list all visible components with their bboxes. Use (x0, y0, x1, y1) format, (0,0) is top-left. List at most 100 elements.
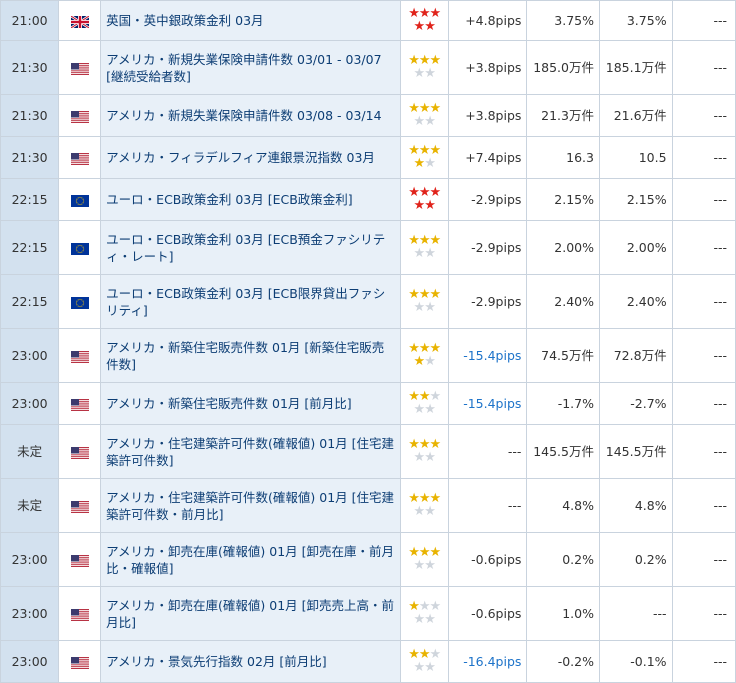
result-value: --- (671, 94, 736, 137)
event-name-cell: ユーロ・ECB政策金利 03月 [ECB預金ファシリティ・レート] (100, 220, 401, 275)
pips-value: -15.4pips (447, 382, 528, 425)
importance-stars: ★★★ ★★ (399, 274, 449, 329)
forecast-value: -0.2% (526, 640, 600, 683)
economic-calendar-table: 21:00 英国・英中銀政策金利 03月 ★★★ ★★ +4.8pips 3.75% 3.7… (0, 0, 736, 683)
star-icon-row-bottom: ★★ (413, 449, 436, 465)
table-row: 22:15 ユーロ・ECB政策金利 03月 [ECB預金ファシリティ・レート] ★★… (0, 220, 736, 275)
uk-flag-icon (58, 0, 102, 41)
result-value: --- (671, 640, 736, 683)
result-value: --- (671, 532, 736, 587)
event-name-link[interactable]: アメリカ・住宅建築許可件数(確報値) 01月 [住宅建築許可件数・前月比] (106, 490, 394, 522)
pips-value: +3.8pips (447, 94, 528, 137)
star-icon-row-bottom: ★★ (413, 299, 436, 315)
us-flag-icon (58, 382, 102, 425)
previous-value: 185.1万件 (599, 40, 673, 95)
event-name-cell: ユーロ・ECB政策金利 03月 [ECB政策金利] (100, 178, 401, 221)
table-row: 21:00 英国・英中銀政策金利 03月 ★★★ ★★ +4.8pips 3.75% 3.7… (0, 0, 736, 41)
pips-value: -0.6pips (447, 532, 528, 587)
us-flag-icon (58, 94, 102, 137)
event-time: 23:00 (0, 328, 60, 383)
pips-value: +4.8pips (447, 0, 528, 41)
forecast-value: 2.00% (526, 220, 600, 275)
event-name-cell: アメリカ・卸売在庫(確報値) 01月 [卸売売上高・前月比] (100, 586, 401, 641)
event-name-cell: アメリカ・新築住宅販売件数 01月 [新築住宅販売件数] (100, 328, 401, 383)
result-value: --- (671, 0, 736, 41)
star-icon-row-bottom: ★★ (413, 503, 436, 519)
table-row: 22:15 ユーロ・ECB政策金利 03月 [ECB限界貸出ファシリティ] ★★★ ★… (0, 274, 736, 329)
event-name-cell: アメリカ・住宅建築許可件数(確報値) 01月 [住宅建築許可件数] (100, 424, 401, 479)
event-name-link[interactable]: アメリカ・新規失業保険申請件数 03/08 - 03/14 (106, 108, 381, 123)
event-time: 21:30 (0, 40, 60, 95)
result-value: --- (671, 424, 736, 479)
importance-stars: ★★★ ★★ (399, 424, 449, 479)
forecast-value: 4.8% (526, 478, 600, 533)
importance-stars: ★★★ ★★ (399, 586, 449, 641)
event-name-link[interactable]: 英国・英中銀政策金利 03月 (106, 13, 263, 28)
forecast-value: 74.5万件 (526, 328, 600, 383)
event-name-cell: ユーロ・ECB政策金利 03月 [ECB限界貸出ファシリティ] (100, 274, 401, 329)
event-time: 22:15 (0, 220, 60, 275)
table-row: 21:30 アメリカ・新規失業保険申請件数 03/01 - 03/07 [継続受給… (0, 40, 736, 95)
pips-value: -0.6pips (447, 586, 528, 641)
forecast-value: 185.0万件 (526, 40, 600, 95)
event-name-link[interactable]: アメリカ・フィラデルフィア連銀景況指数 03月 (106, 150, 375, 165)
event-name-link[interactable]: ユーロ・ECB政策金利 03月 [ECB限界貸出ファシリティ] (106, 286, 385, 318)
event-name-link[interactable]: アメリカ・卸売在庫(確報値) 01月 [卸売売上高・前月比] (106, 598, 394, 630)
us-flag-icon (58, 478, 102, 533)
table-row: 22:15 ユーロ・ECB政策金利 03月 [ECB政策金利] ★★★ ★★ -2.9p… (0, 178, 736, 221)
star-icon-row-bottom: ★★ (413, 659, 436, 675)
event-name-link[interactable]: アメリカ・景気先行指数 02月 [前月比] (106, 654, 326, 669)
previous-value: --- (599, 586, 673, 641)
importance-stars: ★★★ ★★ (399, 94, 449, 137)
importance-stars: ★★★ ★★ (399, 640, 449, 683)
forecast-value: 21.3万件 (526, 94, 600, 137)
event-time: 23:00 (0, 586, 60, 641)
previous-value: 0.2% (599, 532, 673, 587)
event-name-link[interactable]: アメリカ・新築住宅販売件数 01月 [前月比] (106, 396, 351, 411)
star-icon-row-bottom: ★★ (413, 353, 436, 369)
event-time: 21:30 (0, 136, 60, 179)
event-time: 23:00 (0, 640, 60, 683)
pips-value: -2.9pips (447, 178, 528, 221)
table-row: 23:00 アメリカ・卸売在庫(確報値) 01月 [卸売売上高・前月比] ★★★ ★★… (0, 586, 736, 641)
result-value: --- (671, 328, 736, 383)
result-value: --- (671, 478, 736, 533)
event-name-link[interactable]: アメリカ・卸売在庫(確報値) 01月 [卸売在庫・前月比・確報値] (106, 544, 394, 576)
previous-value: 72.8万件 (599, 328, 673, 383)
eu-flag-icon (58, 274, 102, 329)
event-time: 22:15 (0, 178, 60, 221)
event-name-link[interactable]: アメリカ・新築住宅販売件数 01月 [新築住宅販売件数] (106, 340, 384, 372)
us-flag-icon (58, 40, 102, 95)
forecast-value: 3.75% (526, 0, 600, 41)
result-value: --- (671, 178, 736, 221)
star-icon-row-bottom: ★★ (413, 155, 436, 171)
star-icon-row-bottom: ★★ (413, 557, 436, 573)
pips-value: +3.8pips (447, 40, 528, 95)
event-time: 未定 (0, 424, 60, 479)
event-name-link[interactable]: ユーロ・ECB政策金利 03月 [ECB預金ファシリティ・レート] (106, 232, 385, 264)
result-value: --- (671, 382, 736, 425)
importance-stars: ★★★ ★★ (399, 40, 449, 95)
event-name-link[interactable]: ユーロ・ECB政策金利 03月 [ECB政策金利] (106, 192, 353, 207)
forecast-value: -1.7% (526, 382, 600, 425)
event-name-link[interactable]: アメリカ・住宅建築許可件数(確報値) 01月 [住宅建築許可件数] (106, 436, 394, 468)
forecast-value: 2.15% (526, 178, 600, 221)
result-value: --- (671, 40, 736, 95)
forecast-value: 1.0% (526, 586, 600, 641)
event-time: 23:00 (0, 382, 60, 425)
previous-value: 21.6万件 (599, 94, 673, 137)
previous-value: 4.8% (599, 478, 673, 533)
table-row: 23:00 アメリカ・景気先行指数 02月 [前月比] ★★★ ★★ -16.4pips… (0, 640, 736, 683)
previous-value: -0.1% (599, 640, 673, 683)
result-value: --- (671, 586, 736, 641)
table-row: 21:30 アメリカ・新規失業保険申請件数 03/08 - 03/14 ★★★ ★★ +… (0, 94, 736, 137)
us-flag-icon (58, 136, 102, 179)
event-name-cell: アメリカ・フィラデルフィア連銀景況指数 03月 (100, 136, 401, 179)
table-row: 23:00 アメリカ・新築住宅販売件数 01月 [新築住宅販売件数] ★★★ ★★ -1… (0, 328, 736, 383)
pips-value: --- (447, 478, 528, 533)
event-name-link[interactable]: アメリカ・新規失業保険申請件数 03/01 - 03/07 [継続受給者数] (106, 52, 381, 84)
us-flag-icon (58, 586, 102, 641)
forecast-value: 2.40% (526, 274, 600, 329)
star-icon-row-bottom: ★★ (413, 401, 436, 417)
star-icon-row-bottom: ★★ (413, 197, 436, 213)
